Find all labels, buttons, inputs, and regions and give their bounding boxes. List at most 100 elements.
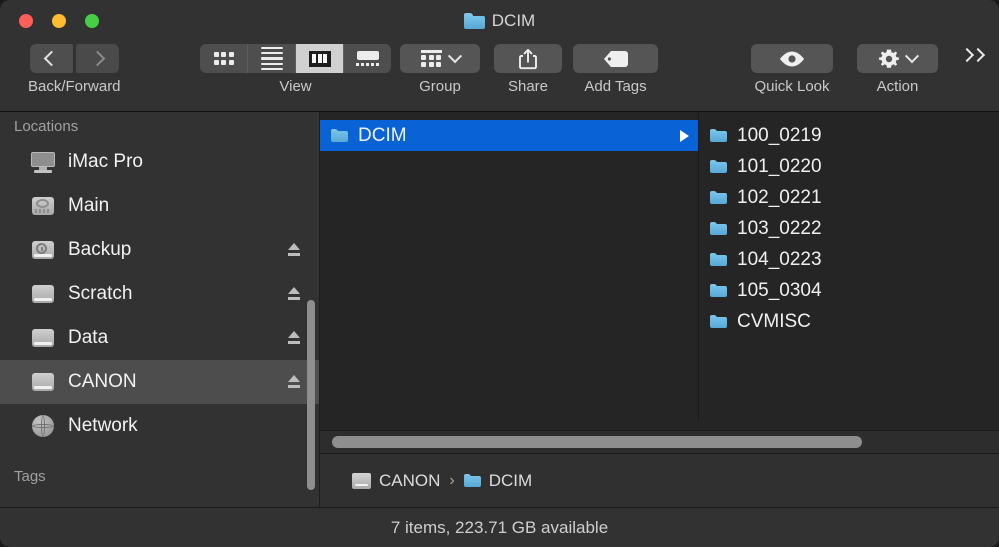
sidebar-section-locations-header: Locations xyxy=(14,118,79,135)
page-title: DCIM xyxy=(0,8,999,34)
sidebar-item-label: Main xyxy=(68,195,110,216)
folder-icon xyxy=(710,129,727,142)
list-item-label: 105_0304 xyxy=(737,279,822,301)
harddisk-icon xyxy=(30,195,56,217)
group-button[interactable] xyxy=(400,44,480,73)
list-item[interactable]: DCIM xyxy=(320,120,698,151)
toolbar-overflow-button[interactable] xyxy=(959,47,986,63)
sidebar-item-network[interactable]: Network xyxy=(0,404,320,448)
sidebar-item-label: CANON xyxy=(68,371,137,392)
list-item[interactable]: 104_0223 xyxy=(699,244,998,275)
columns-container: DCIM 100_0219 101_0220 102_0221 103_0222… xyxy=(320,112,999,422)
column-view-button[interactable] xyxy=(296,44,344,73)
sidebar-item-scratch[interactable]: Scratch xyxy=(0,272,320,316)
action-label: Action xyxy=(876,78,919,95)
group-icon xyxy=(420,50,442,67)
drive-icon xyxy=(30,283,56,305)
back-forward-label: Back/Forward xyxy=(28,78,121,95)
list-icon xyxy=(260,46,283,71)
folder-icon xyxy=(710,284,727,297)
breadcrumb-item-dcim[interactable]: DCIM xyxy=(463,470,533,491)
list-item[interactable]: 103_0222 xyxy=(699,213,998,244)
group-label: Group xyxy=(419,78,461,95)
minimize-window-button[interactable] xyxy=(52,14,66,28)
gallery-view-button[interactable] xyxy=(344,44,391,73)
eject-icon[interactable] xyxy=(286,242,302,258)
status-bar: 7 items, 223.71 GB available xyxy=(0,507,999,547)
sidebar-item-imac-pro[interactable]: iMac Pro xyxy=(0,140,320,184)
list-view-button[interactable] xyxy=(248,44,296,73)
list-item-label: 102_0221 xyxy=(737,186,822,208)
sidebar-item-data[interactable]: Data xyxy=(0,316,320,360)
view-segmented-control: View xyxy=(200,44,391,95)
eject-icon[interactable] xyxy=(286,286,302,302)
chevron-down-icon xyxy=(904,48,920,63)
timemachine-icon xyxy=(30,239,56,261)
list-item[interactable]: 100_0219 xyxy=(699,120,998,151)
share-button[interactable] xyxy=(494,44,562,73)
folder-icon xyxy=(710,160,727,173)
back-button[interactable] xyxy=(29,44,73,73)
add-tags-control: Add Tags xyxy=(573,44,658,95)
list-item-label: 103_0222 xyxy=(737,217,822,239)
quick-look-control: Quick Look xyxy=(751,44,833,95)
window-content: Locations iMac Pro Main Backup Scratch D… xyxy=(0,112,999,507)
eject-icon[interactable] xyxy=(286,374,302,390)
sidebar-item-main[interactable]: Main xyxy=(0,184,320,228)
chevron-down-icon xyxy=(447,48,462,63)
breadcrumb-label: CANON xyxy=(379,470,441,490)
breadcrumb-separator: › xyxy=(449,471,455,489)
breadcrumb-label: DCIM xyxy=(488,470,533,490)
sidebar-item-backup[interactable]: Backup xyxy=(0,228,320,272)
chevron-right-icon xyxy=(970,47,986,63)
add-tags-button[interactable] xyxy=(573,44,658,73)
disclosure-triangle-icon xyxy=(680,129,689,142)
drive-icon xyxy=(30,327,56,349)
list-item[interactable]: CVMISC xyxy=(699,306,998,337)
share-control: Share xyxy=(494,44,562,95)
horizontal-scrollbar-track[interactable] xyxy=(320,430,999,453)
columns-icon xyxy=(308,50,331,67)
tag-icon xyxy=(603,50,628,67)
window-titlebar: DCIM Back/Forward View Group Share Add T… xyxy=(0,0,999,112)
gallery-icon xyxy=(356,51,380,66)
globe-icon xyxy=(30,415,56,437)
breadcrumb-item-canon[interactable]: CANON xyxy=(352,471,440,491)
folder-icon xyxy=(710,222,727,235)
list-item[interactable]: 101_0220 xyxy=(699,151,998,182)
action-button[interactable] xyxy=(857,44,938,73)
icon-view-button[interactable] xyxy=(200,44,248,73)
list-item[interactable]: 102_0221 xyxy=(699,182,998,213)
horizontal-scrollbar-thumb[interactable] xyxy=(332,436,862,448)
close-window-button[interactable] xyxy=(19,14,33,28)
quick-look-label: Quick Look xyxy=(754,78,830,95)
drive-icon xyxy=(352,472,371,489)
folder-icon xyxy=(463,474,481,487)
share-icon xyxy=(519,48,537,69)
sidebar-scrollbar[interactable] xyxy=(307,300,315,490)
quick-look-button[interactable] xyxy=(751,44,833,73)
eye-icon xyxy=(780,51,804,66)
sidebar-item-canon[interactable]: CANON xyxy=(0,360,320,404)
zoom-window-button[interactable] xyxy=(85,14,99,28)
sidebar: Locations iMac Pro Main Backup Scratch D… xyxy=(0,112,320,507)
sidebar-section-tags-header: Tags xyxy=(14,468,46,485)
share-label: Share xyxy=(507,78,549,95)
sidebar-item-label: Scratch xyxy=(68,283,133,304)
window-title-text: DCIM xyxy=(491,11,536,30)
chevron-right-icon xyxy=(89,50,106,67)
browser-column-2: 100_0219 101_0220 102_0221 103_0222 104_… xyxy=(699,112,998,422)
breadcrumb: CANON › DCIM xyxy=(320,453,999,507)
eject-icon[interactable] xyxy=(286,330,302,346)
gear-icon xyxy=(878,49,900,68)
grid-icon xyxy=(213,52,234,65)
list-item[interactable]: 105_0304 xyxy=(699,275,998,306)
view-label: View xyxy=(279,78,312,95)
finder-window: DCIM Back/Forward View Group Share Add T… xyxy=(0,0,999,547)
back-forward-control: Back/Forward xyxy=(28,44,121,95)
group-control: Group xyxy=(400,44,480,95)
column-browser: DCIM 100_0219 101_0220 102_0221 103_0222… xyxy=(320,112,999,507)
folder-icon xyxy=(331,129,348,142)
forward-button[interactable] xyxy=(75,44,119,73)
sidebar-item-label: iMac Pro xyxy=(68,151,143,172)
